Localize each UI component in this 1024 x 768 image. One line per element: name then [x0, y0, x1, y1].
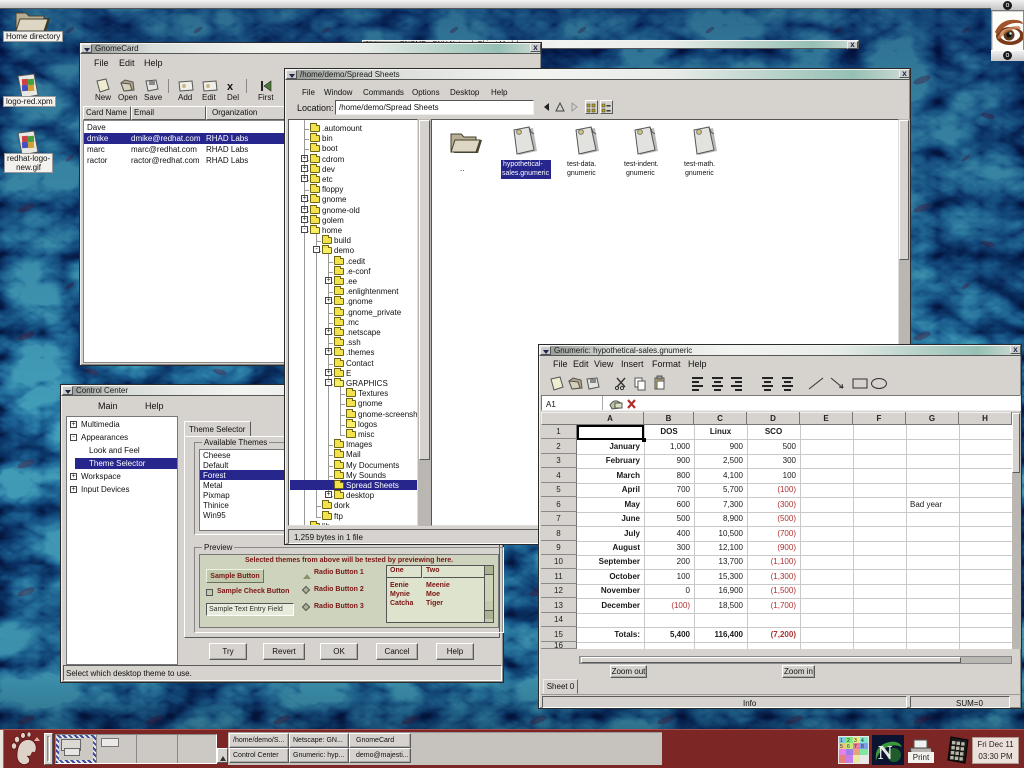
svg-text:7: 7 — [854, 744, 857, 750]
svg-text:5: 5 — [840, 744, 843, 750]
svg-text:x: x — [227, 81, 234, 93]
svg-text:8: 8 — [861, 744, 864, 750]
svg-text:N: N — [878, 742, 893, 764]
svg-text:6: 6 — [847, 744, 850, 750]
